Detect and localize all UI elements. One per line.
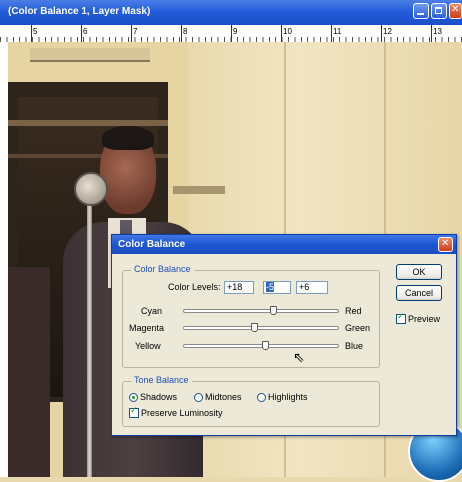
ok-button[interactable]: OK — [396, 264, 442, 280]
microphone-icon — [74, 172, 108, 206]
cyan-red-slider-track[interactable] — [183, 309, 339, 313]
close-icon[interactable] — [438, 237, 453, 252]
highlights-label[interactable]: Highlights — [268, 392, 308, 402]
color-balance-dialog: Color Balance Color Balance Color Levels… — [111, 234, 457, 436]
ruler-number: 9 — [233, 27, 238, 36]
level-magenta-green-field[interactable]: -5 — [263, 281, 291, 294]
close-icon[interactable] — [449, 3, 462, 19]
shadows-label[interactable]: Shadows — [140, 392, 177, 402]
slider-right-label: Blue — [345, 341, 364, 351]
magenta-green-slider-thumb[interactable] — [251, 323, 258, 332]
dialog-titlebar[interactable]: Color Balance — [112, 235, 456, 254]
magenta-green-slider-track[interactable] — [183, 326, 339, 330]
microphone-stand — [87, 202, 92, 477]
ruler-number: 13 — [433, 27, 442, 36]
yellow-blue-slider-track[interactable] — [183, 344, 339, 348]
dialog-title: Color Balance — [118, 239, 186, 250]
shadows-radio[interactable] — [129, 393, 138, 402]
level-cyan-red-field[interactable]: +18 — [224, 281, 254, 294]
preview-checkbox[interactable] — [396, 312, 406, 324]
ruler-number: 10 — [283, 27, 292, 36]
person-left — [8, 267, 50, 477]
document-titlebar[interactable]: (Color Balance 1, Layer Mask) — [0, 0, 462, 25]
slider-left-label: Magenta — [129, 323, 165, 333]
minimize-icon[interactable] — [413, 3, 429, 19]
ruler-number: 8 — [183, 27, 188, 36]
ruler-number: 5 — [33, 27, 38, 36]
slider-right-label: Green — [345, 323, 371, 333]
cancel-button[interactable]: Cancel — [396, 285, 442, 301]
midtones-radio[interactable] — [194, 393, 203, 402]
slider-left-label: Cyan — [141, 306, 163, 316]
wall-sign — [173, 186, 225, 194]
horizontal-ruler: 5 6 7 8 9 10 11 12 13 — [0, 25, 462, 43]
mouse-cursor-icon: ⇖ — [293, 350, 305, 366]
level-yellow-blue-field[interactable]: +6 — [296, 281, 328, 294]
slider-right-label: Red — [345, 306, 362, 316]
ruler-number: 7 — [133, 27, 138, 36]
tone-balance-group: Tone Balance Shadows Midtones Highlights… — [122, 375, 380, 427]
group-legend: Color Balance — [131, 264, 194, 274]
ruler-number: 11 — [333, 27, 342, 36]
group-legend: Tone Balance — [131, 375, 192, 385]
highlights-radio[interactable] — [257, 393, 266, 402]
top-board — [30, 48, 150, 62]
color-levels-label: Color Levels: — [168, 282, 221, 292]
preserve-luminosity-checkbox[interactable] — [129, 406, 139, 418]
midtones-label[interactable]: Midtones — [205, 392, 242, 402]
ruler-number: 12 — [383, 27, 392, 36]
preview-label[interactable]: Preview — [408, 314, 440, 324]
cyan-red-slider-thumb[interactable] — [270, 306, 277, 315]
preserve-luminosity-label[interactable]: Preserve Luminosity — [141, 408, 223, 418]
slider-left-label: Yellow — [135, 341, 161, 351]
maximize-icon[interactable] — [431, 3, 447, 19]
ruler-number: 6 — [83, 27, 88, 36]
color-balance-group: Color Balance Color Levels: +18 -5 +6 Cy… — [122, 264, 380, 368]
yellow-blue-slider-thumb[interactable] — [262, 341, 269, 350]
document-title: (Color Balance 1, Layer Mask) — [8, 6, 151, 17]
